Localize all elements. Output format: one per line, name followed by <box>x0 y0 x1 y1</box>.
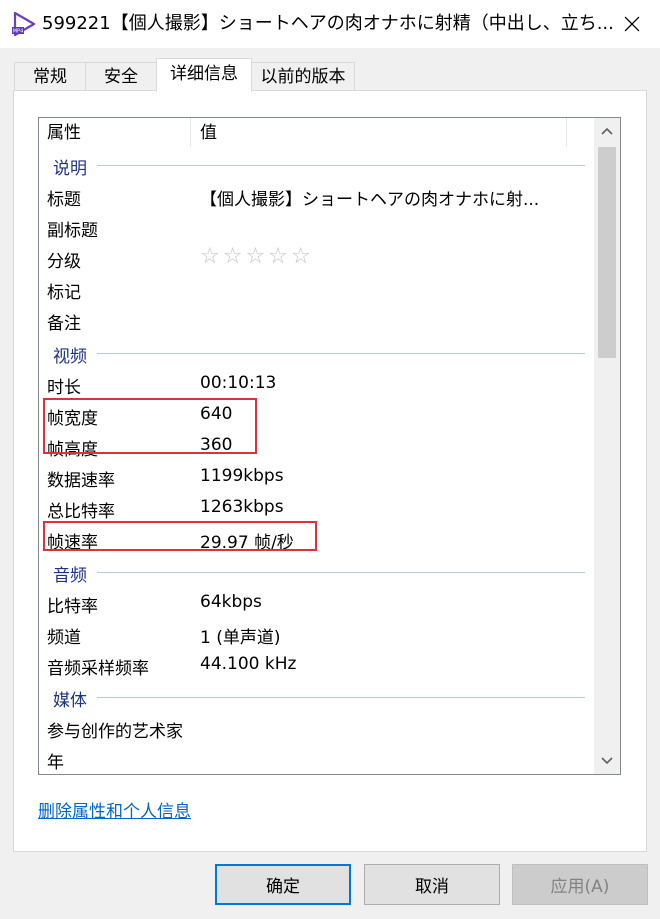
property-name: 音频采样频率 <box>47 659 149 679</box>
property-value: 00:10:13 <box>200 373 277 393</box>
tab-general[interactable]: 常规 <box>14 62 86 91</box>
tab-security[interactable]: 安全 <box>85 62 157 91</box>
property-row-duration[interactable]: 时长 00:10:13 <box>39 368 595 399</box>
property-row-title[interactable]: 标题 【個人撮影】ショートヘアの肉オナホに射... <box>39 180 595 211</box>
property-row-subtitle[interactable]: 副标题 <box>39 211 595 242</box>
property-row-contributing-artists[interactable]: 参与创作的艺术家 <box>39 712 595 743</box>
property-name: 标记 <box>47 283 81 303</box>
property-row-frame-rate[interactable]: 帧速率 29.97 帧/秒 <box>39 523 595 554</box>
property-row-frame-height[interactable]: 帧高度 360 <box>39 430 595 461</box>
tab-previous-versions[interactable]: 以前的版本 <box>251 62 355 91</box>
property-name: 帧速率 <box>47 533 98 553</box>
property-list[interactable]: 属性 值 说明 标题 【個人撮影】ショートヘアの肉オナホに射... 副标题 分级… <box>38 117 621 775</box>
property-row-comments[interactable]: 备注 <box>39 304 595 335</box>
apply-button[interactable]: 应用(A) <box>512 864 648 905</box>
property-name: 时长 <box>47 378 81 398</box>
group-label: 媒体 <box>53 691 87 711</box>
property-row-audio-bitrate[interactable]: 比特率 64kbps <box>39 587 595 618</box>
property-value: 1199kbps <box>200 466 284 486</box>
property-row-year[interactable]: 年 <box>39 743 595 774</box>
property-name: 备注 <box>47 314 81 334</box>
property-name: 帧宽度 <box>47 409 98 429</box>
property-value: 29.97 帧/秒 <box>200 533 294 553</box>
group-label: 视频 <box>53 347 87 367</box>
video-file-icon: MP4 <box>12 11 36 37</box>
property-name: 分级 <box>47 252 81 272</box>
property-row-frame-width[interactable]: 帧宽度 640 <box>39 399 595 430</box>
chevron-up-icon <box>601 127 613 135</box>
scroll-up-button[interactable] <box>594 118 620 144</box>
property-name: 参与创作的艺术家 <box>47 722 183 742</box>
property-value: 1 (单声道) <box>200 628 281 648</box>
property-name: 数据速率 <box>47 471 115 491</box>
property-value: 640 <box>200 404 233 424</box>
group-header-media[interactable]: 媒体 <box>39 681 595 712</box>
close-icon <box>624 16 640 32</box>
tab-details[interactable]: 详细信息 <box>156 58 252 92</box>
group-header-video[interactable]: 视频 <box>39 337 595 368</box>
rating-stars[interactable]: ☆☆☆☆☆ <box>200 244 314 269</box>
details-panel: 属性 值 说明 标题 【個人撮影】ショートヘアの肉オナホに射... 副标题 分级… <box>13 90 647 852</box>
property-value: 1263kbps <box>200 497 284 517</box>
column-divider[interactable] <box>190 118 191 146</box>
property-row-rating[interactable]: 分级 ☆☆☆☆☆ <box>39 242 595 273</box>
ok-button[interactable]: 确定 <box>215 864 351 905</box>
property-name: 副标题 <box>47 221 98 241</box>
group-divider <box>97 572 585 573</box>
chevron-down-icon <box>601 757 613 765</box>
property-value: 44.100 kHz <box>200 654 297 674</box>
remove-properties-link[interactable]: 删除属性和个人信息 <box>38 797 191 822</box>
scroll-thumb[interactable] <box>598 147 616 358</box>
property-name: 比特率 <box>47 597 98 617</box>
property-value: 64kbps <box>200 592 262 612</box>
title-bar: MP4 599221【個人撮影】ショートヘアの肉オナホに射精（中出し、立ち... <box>0 0 660 48</box>
cancel-button[interactable]: 取消 <box>364 864 500 905</box>
vertical-scrollbar[interactable] <box>594 118 620 774</box>
group-divider <box>97 165 585 166</box>
close-button[interactable] <box>612 4 652 44</box>
column-header-value[interactable]: 值 <box>200 118 217 149</box>
scroll-down-button[interactable] <box>594 748 620 774</box>
column-header-property[interactable]: 属性 <box>47 118 81 149</box>
window-title: 599221【個人撮影】ショートヘアの肉オナホに射精（中出し、立ち... <box>42 13 612 34</box>
group-divider <box>97 353 585 354</box>
property-row-sample-rate[interactable]: 音频采样频率 44.100 kHz <box>39 649 595 680</box>
property-row-channels[interactable]: 频道 1 (单声道) <box>39 618 595 649</box>
property-name: 总比特率 <box>47 502 115 522</box>
property-name: 年 <box>47 753 64 773</box>
property-name: 标题 <box>47 190 81 210</box>
property-name: 频道 <box>47 628 81 648</box>
group-label: 音频 <box>53 566 87 586</box>
property-row-data-rate[interactable]: 数据速率 1199kbps <box>39 461 595 492</box>
group-divider <box>97 697 585 698</box>
list-header: 属性 值 <box>39 118 595 149</box>
group-header-description[interactable]: 说明 <box>39 149 595 180</box>
group-label: 说明 <box>53 159 87 179</box>
svg-text:MP4: MP4 <box>13 29 24 35</box>
property-row-total-bitrate[interactable]: 总比特率 1263kbps <box>39 492 595 523</box>
property-row-tags[interactable]: 标记 <box>39 273 595 304</box>
group-header-audio[interactable]: 音频 <box>39 556 595 587</box>
property-value: 360 <box>200 435 233 455</box>
column-divider[interactable] <box>566 118 567 146</box>
property-name: 帧高度 <box>47 440 98 460</box>
property-value: 【個人撮影】ショートヘアの肉オナホに射... <box>200 190 540 210</box>
